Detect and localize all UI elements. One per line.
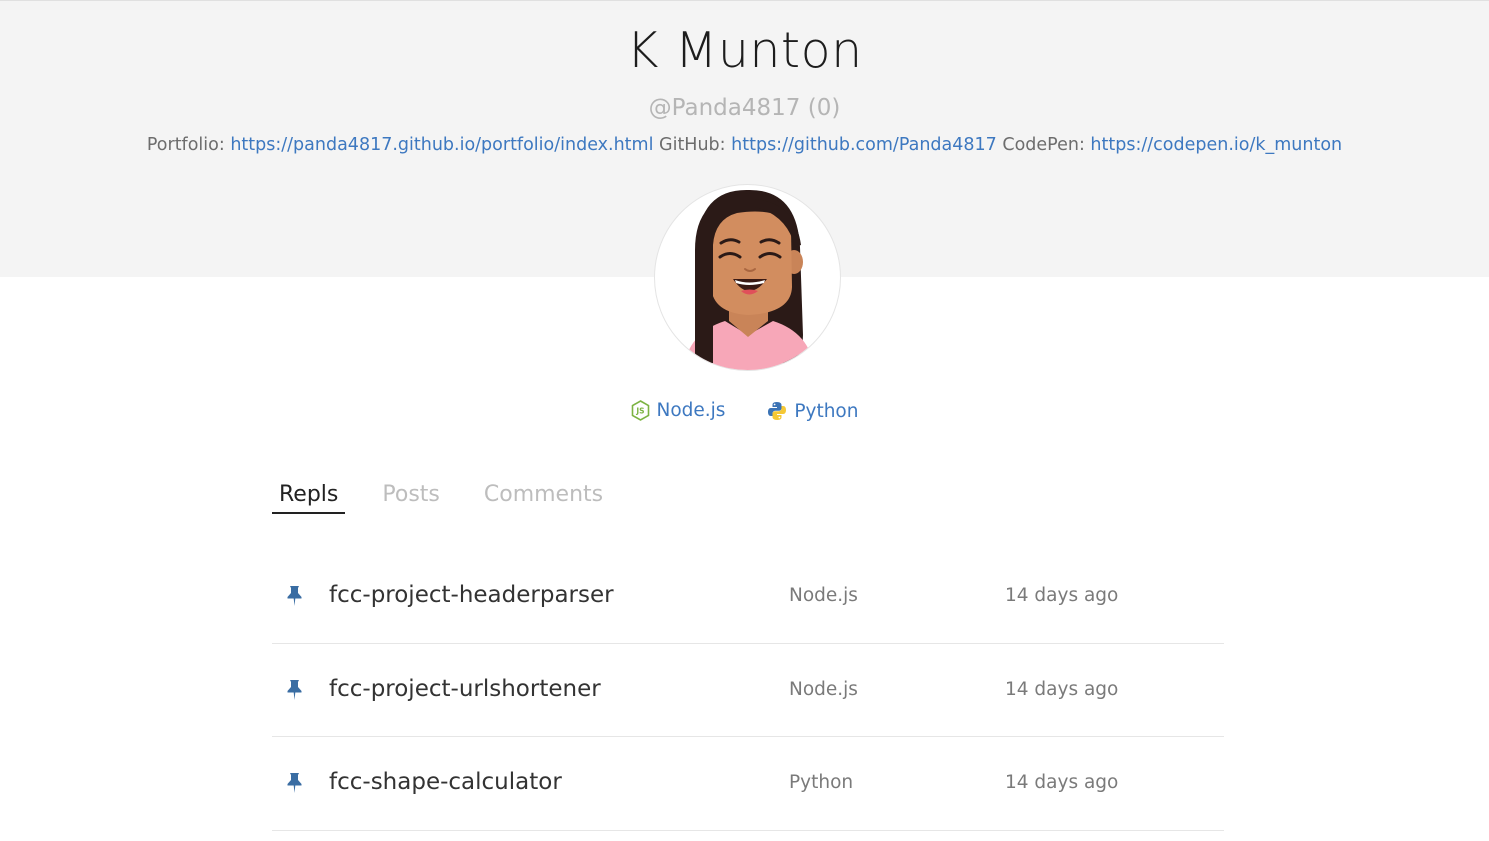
tab-repls[interactable]: Repls [272,480,346,514]
github-label: GitHub: [659,135,726,155]
python-icon [768,402,787,420]
repl-language: Node.js [789,585,858,606]
codepen-label: CodePen: [1002,135,1085,155]
handle-text: @Panda4817 [648,95,801,121]
pin-icon[interactable] [286,679,303,701]
language-tag-label: Node.js [656,400,726,421]
profile-handle: @Panda4817 (0) [0,95,1489,121]
repl-title[interactable]: fcc-project-urlshortener [329,676,601,702]
repl-updated: 14 days ago [1005,772,1119,793]
portfolio-link[interactable]: https://panda4817.github.io/portfolio/in… [230,135,653,155]
codepen-link[interactable]: https://codepen.io/k_munton [1090,135,1342,155]
nodejs-icon: JS [631,400,649,421]
profile-tabs: Repls Posts Comments [272,480,640,514]
repl-list: fcc-project-headerparser Node.js 14 days… [272,550,1224,831]
github-link[interactable]: https://github.com/Panda4817 [731,135,997,155]
repl-language: Node.js [789,678,858,700]
table-row[interactable]: fcc-project-urlshortener Node.js 14 days… [272,644,1224,737]
language-tag-nodejs[interactable]: JS Node.js [631,400,726,421]
repl-title[interactable]: fcc-project-headerparser [329,582,614,608]
repl-updated: 14 days ago [1005,678,1119,700]
language-tags: JS Node.js Python [0,400,1489,426]
tab-comments[interactable]: Comments [477,480,610,514]
pin-icon[interactable] [286,772,303,794]
language-tag-python[interactable]: Python [767,401,858,422]
avatar-illustration [683,189,815,370]
repl-title[interactable]: fcc-shape-calculator [329,769,562,795]
tab-posts[interactable]: Posts [375,480,447,514]
table-row[interactable]: fcc-project-headerparser Node.js 14 days… [272,550,1224,644]
repl-language: Python [789,772,854,793]
portfolio-label: Portfolio: [146,135,225,155]
pin-icon[interactable] [286,585,303,607]
language-tag-label: Python [794,400,859,422]
karma-score: (0) [807,95,841,121]
svg-text:JS: JS [635,407,644,416]
avatar [654,184,841,371]
table-row[interactable]: fcc-shape-calculator Python 14 days ago [272,737,1224,831]
repl-updated: 14 days ago [1005,585,1119,606]
profile-bio: Portfolio: https://panda4817.github.io/p… [0,135,1489,155]
profile-name: K Munton [626,22,863,79]
